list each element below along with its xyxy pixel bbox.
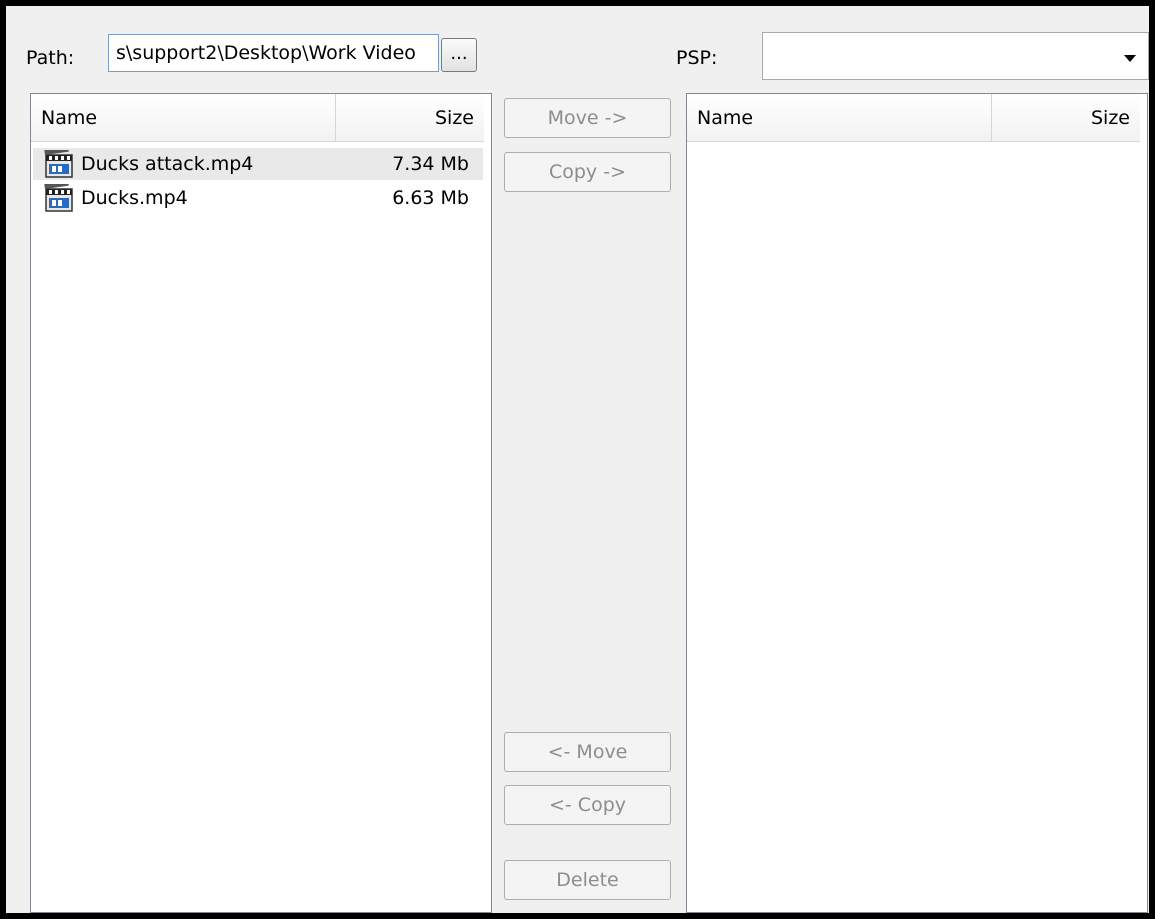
delete-button[interactable]: Delete <box>504 860 671 900</box>
move-left-button[interactable]: <- Move <box>504 732 671 772</box>
psp-dropdown[interactable] <box>762 32 1149 80</box>
video-file-icon <box>44 184 73 212</box>
path-input[interactable]: s\support2\Desktop\Work Video <box>108 34 439 72</box>
move-right-button[interactable]: Move -> <box>504 98 671 138</box>
file-row[interactable]: Ducks attack.mp4 7.34 Mb <box>33 148 483 180</box>
file-name: Ducks attack.mp4 <box>81 153 254 175</box>
local-file-list[interactable]: Name Size Ducks attack.mp4 7.34 Mb Ducks… <box>30 93 492 913</box>
copy-right-button[interactable]: Copy -> <box>504 152 671 192</box>
column-header-size[interactable]: Size <box>336 94 484 142</box>
column-header-size[interactable]: Size <box>992 94 1140 142</box>
file-size: 7.34 Mb <box>392 153 469 175</box>
file-size: 6.63 Mb <box>392 187 469 209</box>
video-file-icon <box>44 150 73 178</box>
file-name: Ducks.mp4 <box>81 187 188 209</box>
browse-button[interactable]: ... <box>441 38 477 72</box>
chevron-down-icon[interactable] <box>1124 55 1136 62</box>
path-label: Path: <box>26 47 75 69</box>
column-header-name[interactable]: Name <box>31 94 336 142</box>
psp-file-list[interactable]: Name Size <box>686 93 1148 913</box>
copy-left-button[interactable]: <- Copy <box>504 785 671 825</box>
psp-label: PSP: <box>676 47 718 69</box>
file-row[interactable]: Ducks.mp4 6.63 Mb <box>33 182 483 214</box>
column-header-name[interactable]: Name <box>687 94 992 142</box>
